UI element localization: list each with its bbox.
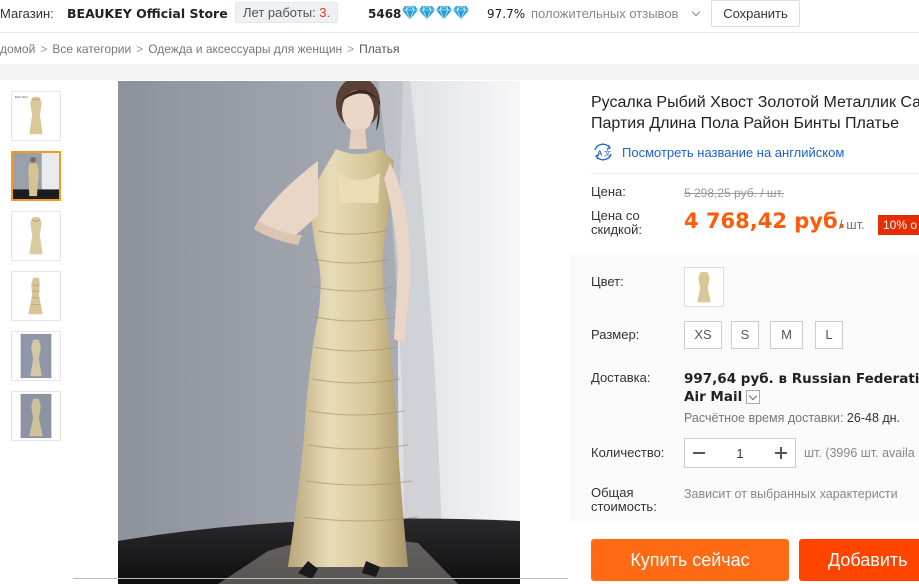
plus-icon[interactable] — [767, 439, 795, 467]
minus-icon[interactable] — [685, 439, 713, 467]
buy-now-button[interactable]: Купить сейчас — [591, 539, 789, 581]
size-label: Размер: — [591, 327, 640, 342]
chevron-down-icon[interactable] — [746, 390, 761, 404]
discount-price: 4 768,42 руб. — [684, 209, 846, 233]
store-years-value: 3 — [319, 5, 327, 20]
delivery-estimate-label: Расчётное время доставки: — [684, 411, 844, 425]
breadcrumb-all-categories[interactable]: Все категории — [52, 42, 131, 56]
discount-badge: 10% о — [878, 215, 919, 235]
delivery-estimate-value: 26-48 дн. — [846, 411, 901, 425]
gallery-divider — [73, 578, 568, 579]
shipping-cost-line: 997,64 руб. в Russian Federatio — [684, 371, 919, 387]
price-label: Цена: — [591, 184, 626, 199]
product-title-line-2: Партия Длина Пола Район Бинты Платье — [591, 115, 899, 132]
total-cost-value: Зависит от выбранных характеристи — [684, 487, 898, 501]
availability-text: шт. (3996 шт. availa — [804, 446, 915, 460]
store-years-label: Лет работы: — [243, 5, 316, 20]
add-to-cart-button[interactable]: Добавить — [799, 539, 919, 581]
breadcrumb: домой > Все категории > Одежда и аксессу… — [0, 42, 399, 56]
shipping-label: Доставка: — [591, 370, 651, 385]
diamond-icon — [453, 5, 469, 20]
shipping-destination[interactable]: в Russian Federatio — [779, 371, 919, 387]
store-rating-gems — [402, 5, 469, 20]
svg-text:BEAUKEY: BEAUKEY — [15, 95, 29, 99]
color-swatch-gold[interactable] — [684, 267, 724, 307]
thumbnail-6[interactable] — [11, 391, 61, 441]
product-info-panel: Русалка Рыбий Хвост Золотой Металлик Са … — [570, 81, 919, 584]
thumbnail-1[interactable]: BEAUKEY — [11, 91, 61, 141]
size-option-xs[interactable]: XS — [684, 321, 722, 349]
product-title: Русалка Рыбий Хвост Золотой Металлик Са … — [591, 92, 919, 134]
size-option-s[interactable]: S — [731, 321, 759, 349]
store-score: 5468 — [368, 7, 402, 21]
breadcrumb-separator: > — [136, 42, 144, 56]
chevron-down-icon[interactable] — [691, 7, 701, 17]
positive-feedback-percent: 97.7% — [487, 7, 526, 21]
shipping-method[interactable]: Air Mail — [684, 389, 742, 405]
breadcrumb-bar: домой > Все категории > Одежда и аксессу… — [0, 32, 919, 64]
shipping-cost: 997,64 руб. — [684, 371, 774, 387]
thumbnail-3[interactable] — [11, 211, 61, 261]
section-divider — [0, 64, 919, 80]
positive-feedback-label[interactable]: положительных отзывов — [531, 6, 678, 21]
store-bar: Магазин: BEAUKEY Official Store Лет рабо… — [0, 0, 919, 29]
product-title-line-1: Русалка Рыбий Хвост Золотой Металлик Са — [591, 94, 919, 111]
diamond-icon — [436, 5, 452, 20]
shipping-method-line: Air Mail — [684, 389, 761, 405]
store-name-link[interactable]: BEAUKEY Official Store — [67, 6, 228, 21]
discount-price-label: Цена со скидкой: — [591, 208, 642, 237]
thumbnail-2[interactable] — [11, 151, 61, 201]
size-option-l[interactable]: L — [815, 321, 843, 349]
store-label: Магазин: — [0, 6, 54, 21]
breadcrumb-women-clothing[interactable]: Одежда и аксессуары для женщин — [148, 42, 342, 56]
breadcrumb-separator: > — [347, 42, 355, 56]
svg-text:A: A — [597, 149, 603, 158]
store-years-badge: Лет работы: 3. — [235, 2, 339, 23]
translate-icon: A 文 — [594, 143, 612, 161]
store-years-dot: . — [326, 5, 331, 20]
title-divider — [591, 173, 919, 174]
quantity-stepper — [684, 438, 796, 468]
old-price: 5 298,25 руб. / шт. — [684, 186, 785, 200]
color-label: Цвет: — [591, 274, 624, 289]
main-product-image[interactable] — [118, 81, 520, 584]
options-box — [570, 253, 919, 523]
per-unit-label: / шт. — [839, 217, 865, 232]
total-cost-label: Общая стоимость: — [591, 485, 657, 514]
thumbnail-5[interactable] — [11, 331, 61, 381]
quantity-label: Количество: — [591, 445, 665, 460]
thumbnail-4[interactable] — [11, 271, 61, 321]
diamond-icon — [419, 5, 435, 20]
quantity-input[interactable] — [713, 439, 767, 467]
save-store-button[interactable]: Сохранить — [711, 0, 800, 27]
breadcrumb-separator: > — [40, 42, 48, 56]
svg-text:文: 文 — [604, 149, 611, 158]
diamond-icon — [402, 5, 418, 20]
translate-label[interactable]: Посмотреть название на английском — [622, 145, 844, 160]
breadcrumb-home[interactable]: домой — [0, 42, 35, 56]
size-option-m[interactable]: M — [770, 321, 803, 349]
delivery-estimate: Расчётное время доставки: 26-48 дн. — [684, 411, 900, 425]
breadcrumb-dresses[interactable]: Платья — [359, 42, 399, 56]
dress-photo — [118, 81, 520, 584]
translate-link[interactable]: A 文 Посмотреть название на английском — [591, 143, 844, 161]
